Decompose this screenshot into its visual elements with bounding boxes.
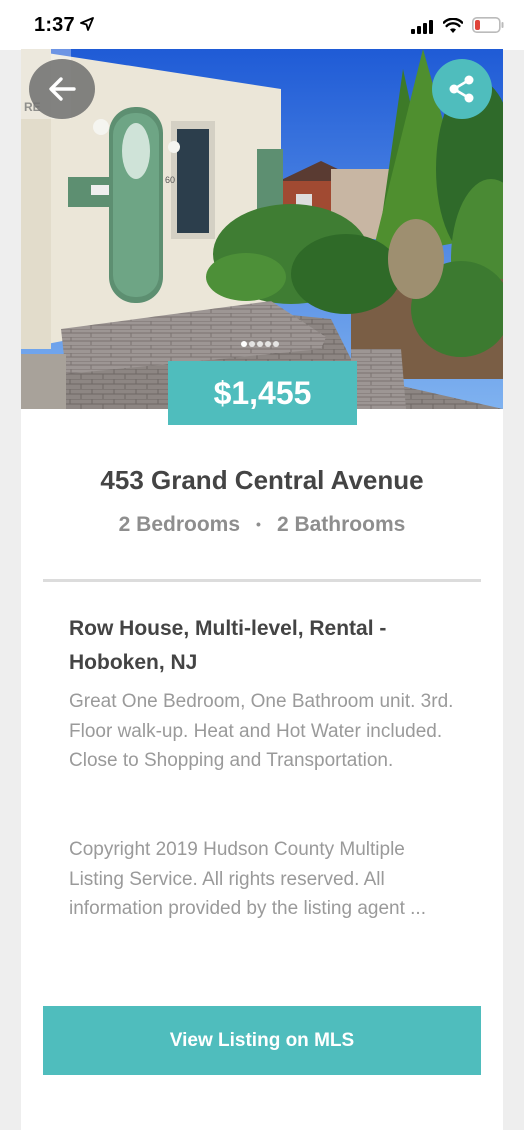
property-type: Row House, Multi-level, Rental - Hoboken… (69, 617, 387, 674)
status-time: 1:37 (34, 14, 75, 36)
bedrooms-count: 2 Bedrooms (118, 513, 241, 536)
back-arrow-icon (49, 77, 76, 101)
battery-low-icon (472, 17, 504, 33)
pagination-dot[interactable] (265, 341, 271, 347)
photo-pagination[interactable] (241, 341, 279, 347)
price-tag: $1,455 (168, 361, 357, 425)
bathrooms-count: 2 Bathrooms (276, 513, 406, 536)
location-arrow-icon (80, 17, 94, 31)
room-summary: 2 Bedrooms • 2 Bathrooms (21, 513, 503, 537)
house-number: 60 (165, 175, 175, 185)
pagination-dot[interactable] (241, 341, 247, 347)
view-listing-mls-button[interactable]: View Listing on MLS (43, 1006, 481, 1075)
copyright-notice: Copyright 2019 Hudson County Multiple Li… (69, 839, 426, 919)
pagination-dot[interactable] (273, 341, 279, 347)
back-button[interactable] (29, 59, 95, 119)
listing-description: Great One Bedroom, One Bathroom unit. 3r… (69, 691, 454, 771)
section-divider (43, 579, 481, 582)
room-separator: • (256, 516, 261, 532)
pagination-dot[interactable] (249, 341, 255, 347)
status-bar: 1:37 (0, 0, 524, 50)
cellular-signal-icon (411, 20, 433, 34)
wifi-icon (443, 18, 463, 33)
pagination-dot[interactable] (257, 341, 263, 347)
share-icon (449, 75, 474, 103)
listing-photo[interactable]: 60 RE (21, 49, 503, 409)
share-button[interactable] (432, 59, 492, 119)
listing-address: 453 Grand Central Avenue (100, 465, 424, 495)
listing-card: 60 RE $1,455 453 Grand Central Avenue 2 … (21, 49, 503, 1130)
house-image: 60 RE (21, 49, 503, 409)
